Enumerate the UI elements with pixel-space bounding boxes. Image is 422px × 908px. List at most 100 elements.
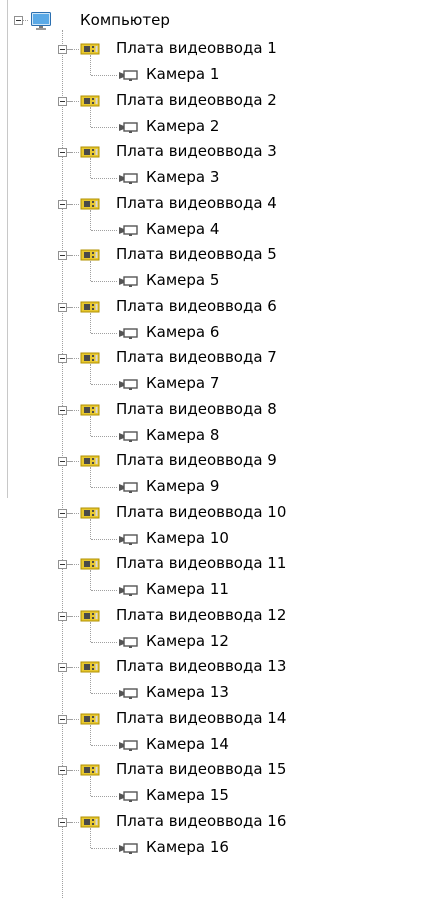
board-expander[interactable]: [58, 45, 67, 54]
camera-label: Камера 9: [146, 477, 220, 495]
camera-vline: [90, 158, 91, 178]
board-expander[interactable]: [58, 508, 67, 518]
camera-connector: [91, 847, 117, 849]
camera-label: Камера 1: [146, 65, 220, 83]
board-icon-connector: [67, 49, 79, 50]
camera-label: Камера 16: [146, 837, 229, 856]
camera-connector: [91, 281, 117, 282]
video-board-label: Плата видеоввода 1: [116, 39, 277, 57]
camera-icon: [119, 327, 138, 339]
computer-label: Компьютер: [80, 11, 170, 29]
video-board-label: Плата видеоввода 4: [116, 193, 277, 212]
video-board-icon: [80, 661, 100, 673]
video-board-label: Плата видеоввода 15: [116, 760, 287, 778]
board-expander[interactable]: [58, 302, 67, 312]
board-expander[interactable]: [58, 714, 67, 724]
board-icon-connector: [67, 718, 79, 720]
video-board-icon: [80, 764, 100, 776]
camera-icon: [119, 739, 138, 751]
board-expander[interactable]: [58, 560, 67, 569]
board-icon-connector: [67, 821, 79, 823]
camera-vline: [90, 724, 91, 745]
video-board-label: Плата видеоввода 8: [116, 399, 277, 418]
video-board-icon: [80, 816, 100, 827]
camera-label: Камера 12: [146, 631, 229, 650]
video-board-label: Плата видеоввода 3: [116, 142, 277, 160]
camera-icon: [119, 688, 138, 699]
camera-label: Камера 11: [146, 580, 229, 598]
board-expander[interactable]: [58, 354, 67, 363]
board-icon-connector: [67, 152, 79, 153]
video-board-label: Плата видеоввода 2: [116, 90, 277, 109]
camera-connector: [91, 693, 117, 694]
root-expander[interactable]: [14, 16, 23, 25]
camera-vline: [90, 570, 91, 590]
camera-vline: [90, 621, 91, 642]
camera-vline: [90, 55, 91, 75]
camera-icon: [119, 482, 138, 493]
board-icon-connector: [67, 358, 79, 359]
camera-connector: [91, 384, 117, 385]
video-board-icon: [80, 43, 100, 55]
video-board-icon: [80, 249, 100, 261]
camera-vline: [90, 209, 91, 230]
video-board-label: Плата видеоввода 13: [116, 657, 287, 675]
video-board-icon: [80, 198, 100, 209]
camera-connector: [91, 487, 117, 488]
device-tree: Компьютер Плата видеоввода 1 Камера 1 Плат…: [0, 0, 422, 908]
camera-icon: [119, 70, 138, 81]
board-expander[interactable]: [58, 148, 67, 157]
camera-icon: [119, 224, 138, 236]
video-board-label: Плата видеоввода 9: [116, 451, 277, 469]
camera-label: Камера 5: [146, 271, 220, 289]
camera-label: Камера 7: [146, 374, 220, 392]
board-expander[interactable]: [58, 766, 67, 775]
camera-connector: [91, 435, 117, 437]
camera-icon: [119, 842, 138, 854]
video-board-icon: [80, 455, 100, 467]
camera-vline: [90, 364, 91, 384]
board-expander[interactable]: [58, 251, 67, 260]
video-board-icon: [80, 610, 100, 621]
video-board-icon: [80, 404, 100, 415]
camera-label: Камера 10: [146, 528, 229, 547]
board-expander[interactable]: [58, 611, 67, 621]
camera-vline: [90, 776, 91, 796]
camera-icon: [119, 533, 138, 545]
board-expander[interactable]: [58, 817, 67, 827]
board-icon-connector: [67, 409, 79, 411]
board-expander[interactable]: [58, 199, 67, 209]
camera-vline: [90, 106, 91, 127]
camera-label: Камера 8: [146, 425, 220, 444]
camera-icon: [119, 430, 138, 442]
board-expander[interactable]: [58, 96, 67, 106]
camera-vline: [90, 415, 91, 436]
board-icon-connector: [67, 615, 79, 617]
board-expander[interactable]: [58, 663, 67, 672]
camera-vline: [90, 827, 91, 848]
video-board-label: Плата видеоввода 14: [116, 708, 287, 727]
root-connector: [23, 20, 28, 21]
video-board-label: Плата видеоввода 11: [116, 554, 287, 572]
board-icon-connector: [67, 667, 79, 668]
video-board-icon: [80, 146, 100, 158]
camera-connector: [91, 229, 117, 231]
camera-label: Камера 15: [146, 786, 229, 804]
camera-icon: [119, 121, 138, 133]
video-board-label: Плата видеоввода 5: [116, 245, 277, 263]
camera-icon: [119, 379, 138, 390]
video-board-label: Плата видеоввода 6: [116, 296, 277, 315]
board-icon-connector: [67, 306, 79, 308]
board-icon-connector: [67, 770, 79, 771]
video-board-label: Плата видеоввода 12: [116, 605, 287, 624]
camera-connector: [91, 641, 117, 643]
board-expander[interactable]: [58, 457, 67, 466]
camera-connector: [91, 538, 117, 540]
camera-vline: [90, 518, 91, 539]
camera-connector: [91, 126, 117, 128]
camera-vline: [90, 467, 91, 487]
video-board-icon: [80, 558, 100, 570]
camera-connector: [91, 590, 117, 591]
board-expander[interactable]: [58, 405, 67, 415]
camera-vline: [90, 673, 91, 693]
